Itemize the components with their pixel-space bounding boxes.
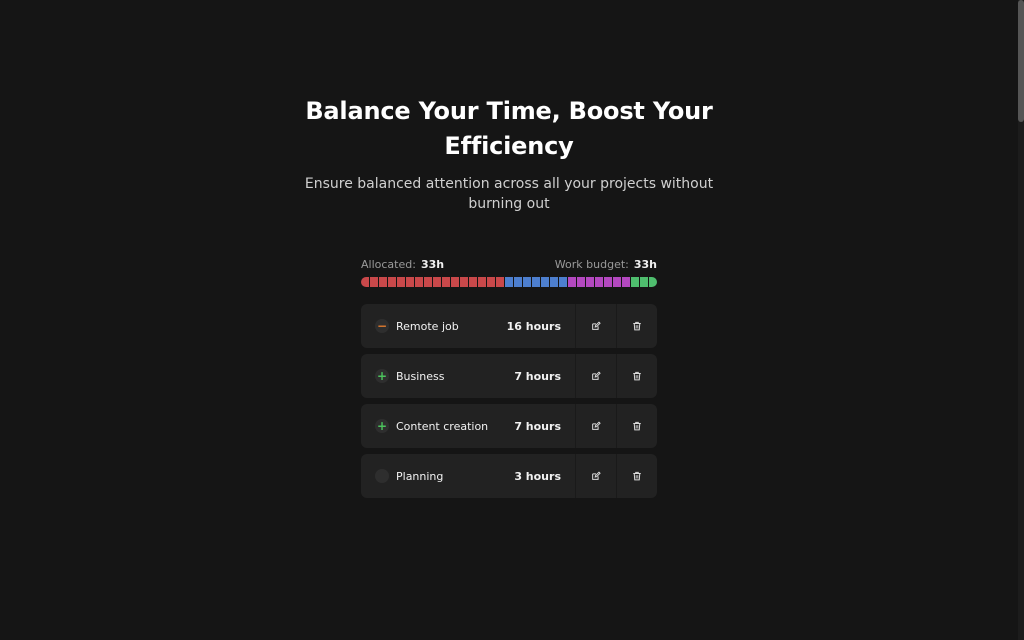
trash-icon bbox=[633, 321, 641, 331]
project-hours: 3 hours bbox=[514, 469, 561, 483]
allocation-segment bbox=[451, 277, 460, 287]
allocation-segment bbox=[496, 277, 505, 287]
work-budget-label: Work budget: bbox=[554, 257, 629, 271]
allocation-segment bbox=[406, 277, 415, 287]
trash-icon bbox=[633, 471, 641, 481]
allocation-segment bbox=[595, 277, 604, 287]
trash-icon bbox=[633, 371, 641, 381]
allocation-segment bbox=[469, 277, 478, 287]
project-list: − Remote job 16 hours + Business 7 hours bbox=[361, 304, 657, 498]
allocation-segment bbox=[523, 277, 532, 287]
project-row: + Business 7 hours bbox=[361, 354, 657, 398]
project-name: Business bbox=[396, 369, 445, 383]
delete-button[interactable] bbox=[616, 454, 657, 498]
edit-button[interactable] bbox=[575, 454, 616, 498]
allocation-segment bbox=[442, 277, 451, 287]
edit-icon bbox=[592, 421, 601, 430]
allocated-summary: Allocated: 33h bbox=[361, 258, 444, 271]
project-hours: 7 hours bbox=[514, 419, 561, 433]
page: Balance Your Time, Boost Your Efficiency… bbox=[0, 0, 1024, 640]
project-row: − Remote job 16 hours bbox=[361, 304, 657, 348]
allocation-segment bbox=[415, 277, 424, 287]
plus-icon[interactable]: + bbox=[375, 419, 389, 433]
allocation-segment bbox=[361, 277, 370, 287]
allocation-segment bbox=[424, 277, 433, 287]
allocation-segment bbox=[559, 277, 568, 287]
allocation-segment bbox=[640, 277, 649, 287]
allocation-segment bbox=[568, 277, 577, 287]
allocation-segment bbox=[631, 277, 640, 287]
allocated-value: 33h bbox=[420, 257, 445, 271]
delete-button[interactable] bbox=[616, 404, 657, 448]
project-row-main[interactable]: + Business 7 hours bbox=[361, 354, 575, 398]
project-name: Content creation bbox=[396, 419, 489, 433]
project-name: Remote job bbox=[396, 319, 459, 333]
edit-icon bbox=[592, 371, 601, 380]
project-hours: 7 hours bbox=[514, 369, 561, 383]
plus-icon[interactable]: + bbox=[375, 369, 389, 383]
page-subtitle: Ensure balanced attention across all you… bbox=[304, 176, 714, 212]
time-budget-panel: Allocated: 33h Work budget: 33h − Remote j… bbox=[361, 256, 657, 504]
delete-button[interactable] bbox=[616, 354, 657, 398]
project-hours: 16 hours bbox=[506, 319, 561, 333]
project-row-main[interactable]: − Remote job 16 hours bbox=[361, 304, 575, 348]
allocation-segment bbox=[577, 277, 586, 287]
edit-icon bbox=[592, 471, 601, 480]
work-budget-summary: Work budget: 33h bbox=[555, 258, 657, 271]
allocation-segment bbox=[460, 277, 469, 287]
allocation-segment bbox=[397, 277, 406, 287]
allocation-segment bbox=[622, 277, 631, 287]
edit-icon bbox=[592, 321, 601, 330]
minus-icon[interactable]: − bbox=[375, 319, 389, 333]
allocation-segment bbox=[550, 277, 559, 287]
allocation-segment bbox=[478, 277, 487, 287]
edit-button[interactable] bbox=[575, 354, 616, 398]
allocation-segment bbox=[433, 277, 442, 287]
project-row: Planning 3 hours bbox=[361, 454, 657, 498]
scrollbar-thumb[interactable] bbox=[1018, 0, 1024, 122]
allocation-segment bbox=[514, 277, 523, 287]
allocation-segment bbox=[604, 277, 613, 287]
allocation-segment bbox=[388, 277, 397, 287]
project-row-main[interactable]: + Content creation 7 hours bbox=[361, 404, 575, 448]
allocation-bar bbox=[361, 277, 657, 287]
scrollbar[interactable] bbox=[1018, 0, 1024, 640]
empty-status-icon[interactable] bbox=[375, 469, 389, 483]
allocated-label: Allocated: bbox=[361, 257, 416, 271]
allocation-segment bbox=[532, 277, 541, 287]
edit-button[interactable] bbox=[575, 404, 616, 448]
allocation-segment bbox=[586, 277, 595, 287]
allocation-segment bbox=[379, 277, 388, 287]
allocation-segment bbox=[487, 277, 496, 287]
budget-summary: Allocated: 33h Work budget: 33h bbox=[361, 256, 657, 272]
trash-icon bbox=[633, 421, 641, 431]
page-title: Balance Your Time, Boost Your Efficiency bbox=[305, 97, 713, 160]
allocation-segment bbox=[505, 277, 514, 287]
project-name: Planning bbox=[396, 469, 444, 483]
hero: Balance Your Time, Boost Your Efficiency… bbox=[0, 94, 1018, 214]
allocation-segment bbox=[370, 277, 379, 287]
allocation-segment bbox=[649, 277, 657, 287]
delete-button[interactable] bbox=[616, 304, 657, 348]
edit-button[interactable] bbox=[575, 304, 616, 348]
project-row: + Content creation 7 hours bbox=[361, 404, 657, 448]
work-budget-value: 33h bbox=[633, 257, 657, 271]
allocation-segment bbox=[541, 277, 550, 287]
allocation-segment bbox=[613, 277, 622, 287]
project-row-main[interactable]: Planning 3 hours bbox=[361, 454, 575, 498]
